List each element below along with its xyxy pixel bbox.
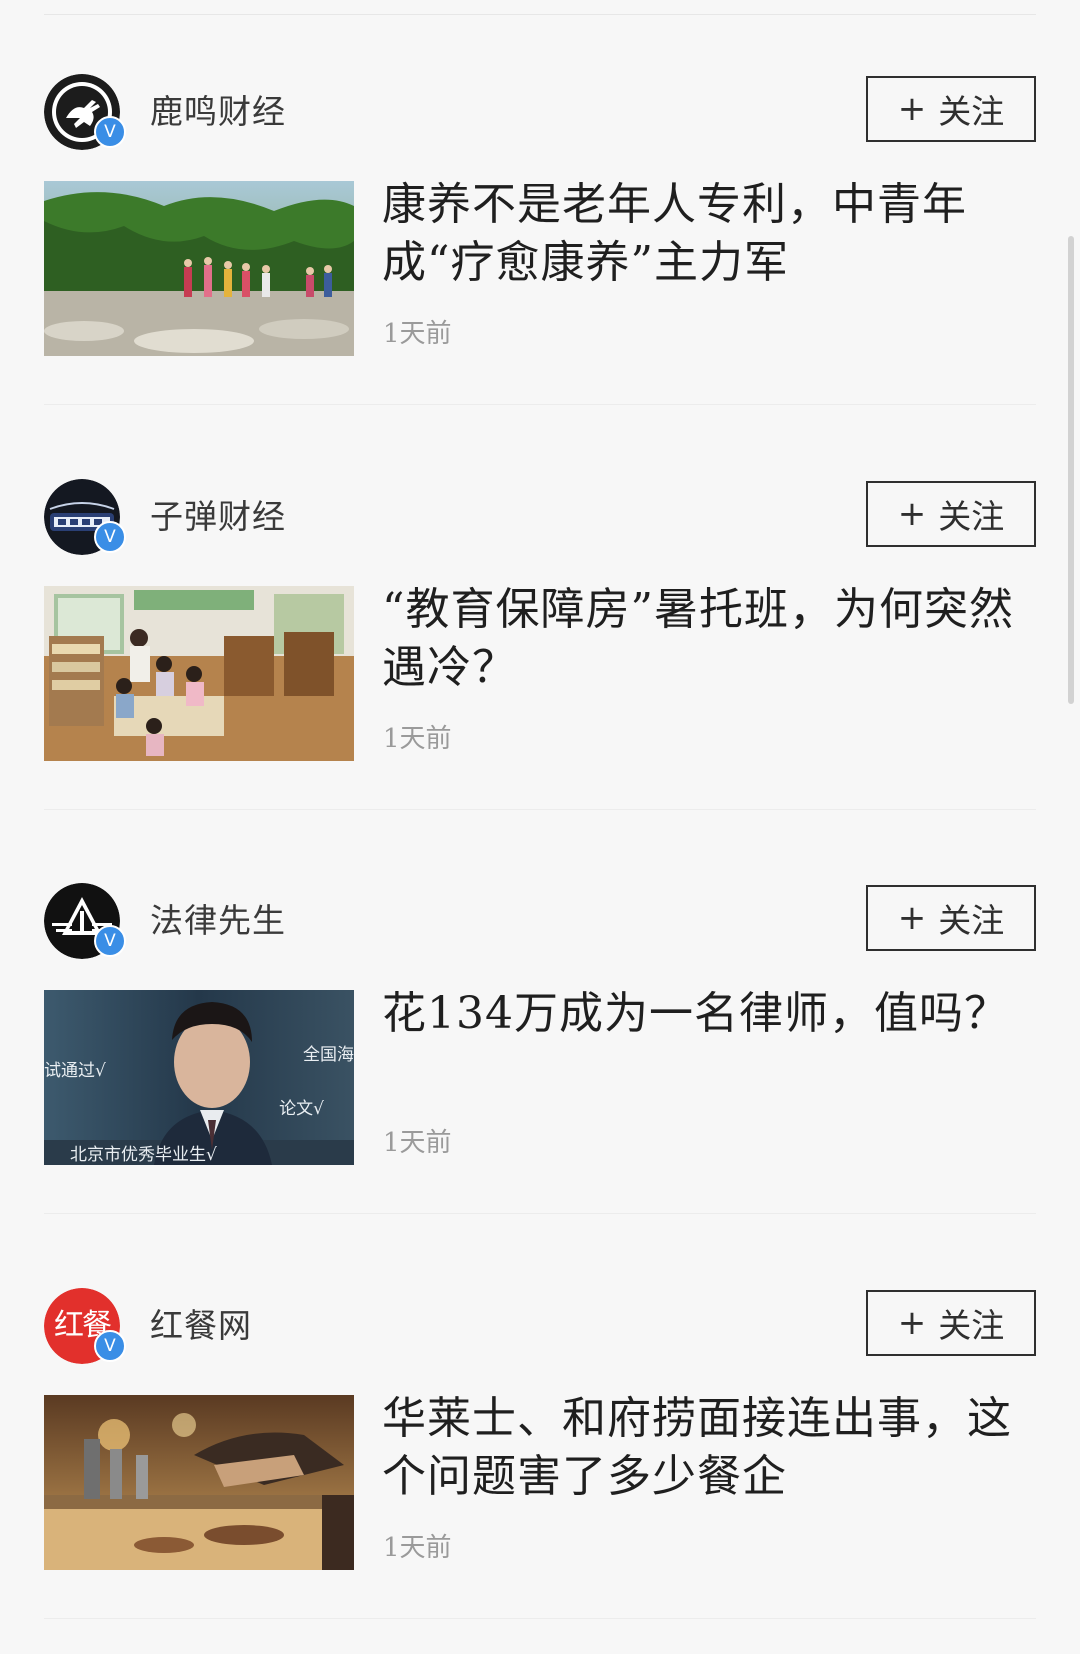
follow-button[interactable]: + 关注 (866, 885, 1036, 951)
avatar[interactable]: V (44, 479, 126, 555)
author-row: 红餐 V 红餐网 + 关注 (44, 1288, 1036, 1364)
author-row: V 法律先生 + 关注 (44, 883, 1036, 959)
article-thumbnail[interactable] (44, 1395, 354, 1570)
verified-badge-icon: V (94, 1330, 126, 1362)
card-divider (44, 1618, 1036, 1619)
article-thumbnail[interactable] (44, 181, 354, 356)
author-name[interactable]: 红餐网 (150, 1302, 252, 1350)
article-headline[interactable]: 花134万成为一名律师，值吗？ (382, 985, 1032, 1043)
article-time: 1天前 (383, 1533, 452, 1563)
plus-icon: + (897, 898, 927, 938)
thumbnail-caption-right-mid: 论文√ (279, 1099, 324, 1119)
follow-button[interactable]: + 关注 (866, 481, 1036, 547)
thumbnail-caption-bottom: 北京市优秀毕业生√ (70, 1145, 217, 1165)
follow-button[interactable]: + 关注 (866, 1290, 1036, 1356)
feed-card[interactable]: V 鹿鸣财经 + 关注 康养不是老年人专利，中青年成“疗愈康养”主力军 1天前 (0, 0, 1080, 405)
feed-card[interactable]: V 子弹财经 + 关注 “教育保障房”暑托班，为何突然遇冷？ 1天前 (0, 405, 1080, 810)
article-headline[interactable]: 华莱士、和府捞面接连出事，这个问题害了多少餐企 (382, 1390, 1032, 1506)
author-name[interactable]: 鹿鸣财经 (150, 88, 286, 136)
verified-badge-icon: V (94, 925, 126, 957)
restaurant-photo (44, 1395, 354, 1570)
article-time: 1天前 (383, 1128, 452, 1158)
article-thumbnail[interactable]: 试通过√ 全国海 论文√ 北京市优秀毕业生√ (44, 990, 354, 1165)
follow-button[interactable]: + 关注 (866, 76, 1036, 142)
plus-icon: + (897, 1303, 927, 1343)
avatar[interactable]: V (44, 883, 126, 959)
thumbnail-caption-right-top: 全国海 (303, 1045, 354, 1065)
thumbnail-caption-left: 试通过√ (44, 1061, 106, 1081)
article-time: 1天前 (383, 319, 452, 349)
follow-label: 关注 (938, 497, 1005, 536)
feed-card[interactable]: V 法律先生 + 关注 试通过√ 全国海 论文√ 北京市优秀毕业生√ 花134万… (0, 809, 1080, 1214)
avatar[interactable]: V (44, 74, 126, 150)
follow-label: 关注 (938, 1306, 1005, 1345)
hikers-photo (44, 181, 354, 356)
article-headline[interactable]: 康养不是老年人专利，中青年成“疗愈康养”主力军 (382, 176, 1032, 292)
follow-label: 关注 (938, 901, 1005, 940)
verified-badge-icon: V (94, 116, 126, 148)
plus-icon: + (897, 89, 927, 129)
author-row: V 子弹财经 + 关注 (44, 479, 1036, 555)
author-name[interactable]: 子弹财经 (150, 493, 286, 541)
scrollbar[interactable] (1068, 236, 1074, 704)
follow-label: 关注 (938, 92, 1005, 131)
article-time: 1天前 (383, 724, 452, 754)
author-row: V 鹿鸣财经 + 关注 (44, 74, 1036, 150)
avatar[interactable]: 红餐 V (44, 1288, 126, 1364)
author-name[interactable]: 法律先生 (150, 897, 286, 945)
article-thumbnail[interactable] (44, 586, 354, 761)
classroom-photo (44, 586, 354, 761)
plus-icon: + (897, 494, 927, 534)
verified-badge-icon: V (94, 521, 126, 553)
feed-card[interactable]: 红餐 V 红餐网 + 关注 华莱士、和府捞面接连出事，这个问题害了多少餐企 1天… (0, 1214, 1080, 1619)
article-headline[interactable]: “教育保障房”暑托班，为何突然遇冷？ (382, 581, 1032, 697)
